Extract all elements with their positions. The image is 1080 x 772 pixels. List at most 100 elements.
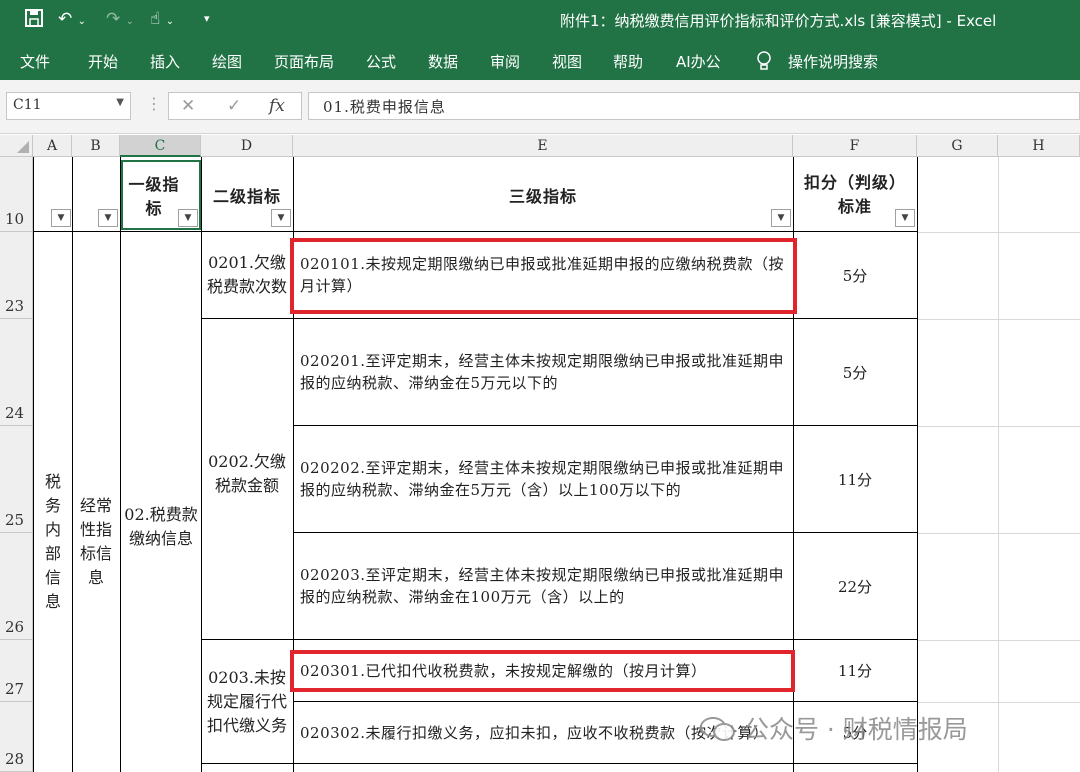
level3-indicator: 020203.至评定期末，经营主体未按规定期限缴纳已申报或批准延期申报的应纳税款… <box>300 566 785 606</box>
header-level2: 二级指标 <box>212 186 281 206</box>
tab-data[interactable]: 数据 <box>428 51 458 72</box>
tab-insert[interactable]: 插入 <box>150 51 180 72</box>
level2-indicator: 0201.欠缴税费款次数 <box>206 253 287 296</box>
border <box>72 157 73 772</box>
tab-page-layout[interactable]: 页面布局 <box>274 51 334 72</box>
formula-buttons: ✕ ✓ fx <box>168 92 302 120</box>
select-all-button[interactable] <box>0 135 33 157</box>
header-level3: 三级指标 <box>508 186 577 206</box>
row-header-10[interactable]: 10 <box>0 157 33 232</box>
drag-handle-icon[interactable]: ⋮ <box>146 94 162 113</box>
column-header-a[interactable]: A <box>33 135 72 157</box>
level3-indicator: 020302.未履行扣缴义务，应扣未扣，应收不收税费款（按次计算） <box>300 723 769 742</box>
cell-f27[interactable]: 11分 <box>794 640 916 701</box>
tell-me-search[interactable]: 操作说明搜索 <box>788 51 878 72</box>
cell-e10[interactable]: 三级指标 <box>294 158 792 231</box>
level2-indicator: 0203.未按规定履行代扣代缴义务 <box>206 667 287 735</box>
indicator-type: 经常性指标信息 <box>79 496 112 587</box>
tab-view[interactable]: 视图 <box>552 51 582 72</box>
watermark: 公众号 · 财税情报局 <box>700 710 968 746</box>
tab-review[interactable]: 审阅 <box>490 51 520 72</box>
filter-dropdown-icon[interactable]: ▼ <box>271 209 291 227</box>
cell-f24[interactable]: 5分 <box>794 319 916 425</box>
row-number: 24 <box>5 404 25 422</box>
row-number: 26 <box>5 618 25 636</box>
border <box>33 157 34 772</box>
tab-file[interactable]: 文件 <box>20 51 50 72</box>
column-header-e[interactable]: E <box>293 135 793 157</box>
title-bar: ↶ ⌄ ↷ ⌄ ☝ ⌄ ▾ 附件1：纳税缴费信用评价指标和评价方式.xls [兼… <box>0 0 1080 40</box>
tab-draw[interactable]: 绘图 <box>212 51 242 72</box>
formula-input[interactable]: 01.税费申报信息 <box>308 92 1080 120</box>
row-header-25[interactable]: 25 <box>0 426 33 533</box>
column-header-h[interactable]: H <box>998 135 1080 157</box>
filter-dropdown-icon[interactable]: ▼ <box>895 209 915 227</box>
border <box>201 763 917 764</box>
insert-function-icon[interactable]: fx <box>269 96 285 116</box>
gridline <box>917 232 1080 233</box>
column-header-c[interactable]: C <box>120 135 201 157</box>
filter-dropdown-icon[interactable]: ▼ <box>771 209 791 227</box>
gridline <box>917 533 1080 534</box>
tab-ai-office[interactable]: AI办公 <box>676 51 721 72</box>
column-header-b[interactable]: B <box>72 135 120 157</box>
cell-b-merged[interactable]: 经常性指标信息 <box>74 232 118 772</box>
row-header-24[interactable]: 24 <box>0 319 33 426</box>
cell-d27[interactable]: 0203.未按规定履行代扣代缴义务 <box>202 640 292 763</box>
undo-icon[interactable]: ↶ ⌄ <box>58 8 86 33</box>
cell-f26[interactable]: 22分 <box>794 533 916 639</box>
column-header-g[interactable]: G <box>917 135 998 157</box>
cell-f23[interactable]: 5分 <box>794 232 916 318</box>
score: 5分 <box>842 266 868 285</box>
gridline <box>917 702 1080 703</box>
cell-d24[interactable]: 0202.欠缴税款金额 <box>202 319 292 639</box>
level3-indicator: 020201.至评定期末，经营主体未按规定期限缴纳已申报或批准延期申报的应纳税款… <box>300 352 785 392</box>
highlight-box <box>290 238 797 314</box>
row-header-23[interactable]: 23 <box>0 232 33 319</box>
gridline <box>917 426 1080 427</box>
highlight-box <box>290 650 795 692</box>
score: 5分 <box>842 363 868 382</box>
header-deduction: 扣分（判级）标准 <box>803 172 906 216</box>
cell-f25[interactable]: 11分 <box>794 426 916 532</box>
gridline <box>917 640 1080 641</box>
row-header-28[interactable]: 28 <box>0 702 33 772</box>
level3-indicator: 020202.至评定期末，经营主体未按规定期限缴纳已申报或批准延期申报的应纳税款… <box>300 459 785 499</box>
filter-dropdown-icon[interactable]: ▼ <box>178 209 198 227</box>
row-header-27[interactable]: 27 <box>0 640 33 702</box>
tab-help[interactable]: 帮助 <box>613 51 643 72</box>
category-level0: 税务内部信息 <box>44 472 61 611</box>
row-number: 28 <box>5 750 25 768</box>
filter-dropdown-icon[interactable]: ▼ <box>51 209 71 227</box>
filter-dropdown-icon[interactable]: ▼ <box>98 209 118 227</box>
cell-d23[interactable]: 0201.欠缴税费款次数 <box>202 232 292 318</box>
gridline <box>998 157 999 772</box>
touch-mode-icon[interactable]: ☝ ⌄ <box>150 8 174 33</box>
name-box-value: C11 <box>13 97 42 113</box>
score: 11分 <box>837 662 873 680</box>
column-header-f[interactable]: F <box>793 135 917 157</box>
customize-qat-icon[interactable]: ▾ <box>204 8 210 30</box>
level2-indicator: 0202.欠缴税款金额 <box>208 452 286 495</box>
ribbon-tabs: 文件 开始 插入 绘图 页面布局 公式 数据 审阅 视图 帮助 AI办公 操作说… <box>0 40 1080 80</box>
border <box>917 157 918 772</box>
score: 22分 <box>837 577 873 596</box>
tab-formulas[interactable]: 公式 <box>366 51 396 72</box>
window-title: 附件1：纳税缴费信用评价指标和评价方式.xls [兼容模式] - Excel <box>560 12 997 30</box>
tab-home[interactable]: 开始 <box>88 51 118 72</box>
cell-e24[interactable]: 020201.至评定期末，经营主体未按规定期限缴纳已申报或批准延期申报的应纳税款… <box>294 319 792 425</box>
cell-e25[interactable]: 020202.至评定期末，经营主体未按规定期限缴纳已申报或批准延期申报的应纳税款… <box>294 426 792 532</box>
confirm-icon[interactable]: ✓ <box>227 96 241 116</box>
column-header-d[interactable]: D <box>201 135 293 157</box>
redo-icon[interactable]: ↷ ⌄ <box>106 8 134 33</box>
cell-a-merged[interactable]: 税务内部信息 <box>38 232 68 772</box>
row-header-26[interactable]: 26 <box>0 533 33 640</box>
cell-c-merged[interactable]: 02.税费款缴纳信息 <box>121 232 201 772</box>
lightbulb-icon <box>756 51 772 71</box>
name-box[interactable]: C11 ▼ <box>6 92 131 120</box>
row-number: 25 <box>5 511 25 529</box>
save-icon[interactable] <box>24 8 44 34</box>
cancel-icon[interactable]: ✕ <box>181 96 195 116</box>
chevron-down-icon[interactable]: ▼ <box>116 97 124 108</box>
cell-e26[interactable]: 020203.至评定期末，经营主体未按规定期限缴纳已申报或批准延期申报的应纳税款… <box>294 533 792 639</box>
